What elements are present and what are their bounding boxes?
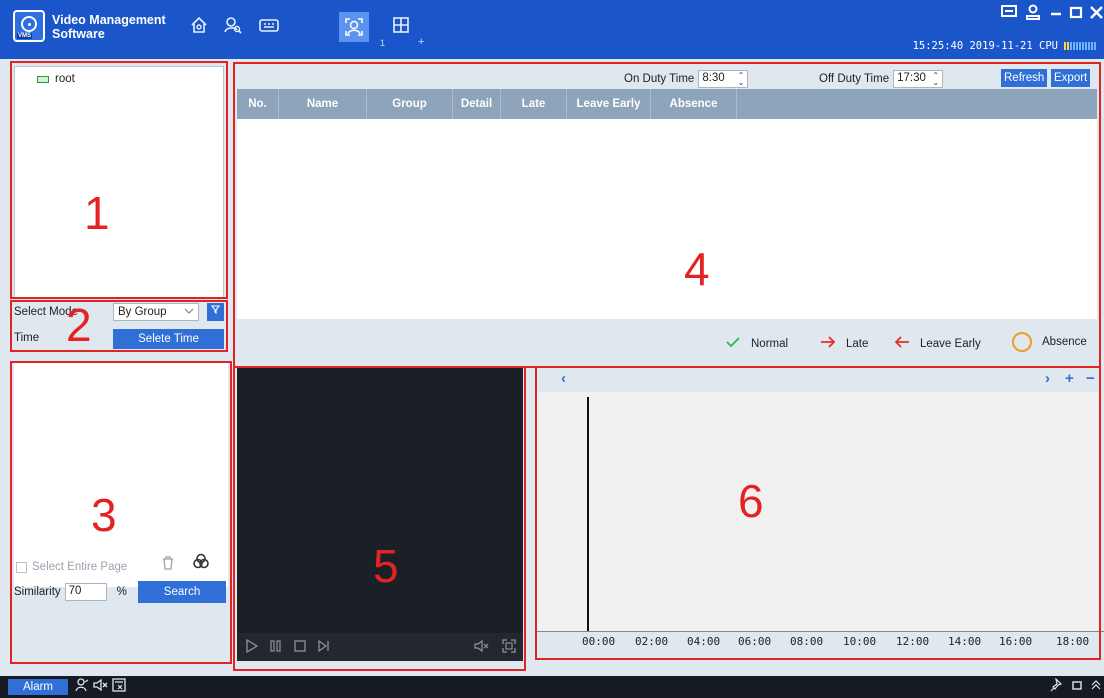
- pin-icon[interactable]: [1050, 677, 1063, 695]
- status-line: 15:25:40 2019-11-21 CPU: [913, 40, 1096, 52]
- annotation-number-4: 4: [684, 243, 710, 295]
- annotation-box-6: [535, 366, 1101, 660]
- title-bar: VMS Video Management Software 1 + 15:25:…: [0, 0, 1104, 59]
- annotation-box-3: [10, 361, 232, 664]
- add-tab-icon[interactable]: +: [418, 36, 424, 48]
- app-title-line2: Software: [52, 27, 105, 41]
- annotation-box-4: [233, 62, 1101, 368]
- app-title: Video Management Software: [52, 13, 166, 41]
- user-search-icon[interactable]: [222, 14, 244, 36]
- close-icon[interactable]: [1089, 4, 1104, 25]
- user-icon[interactable]: [1024, 4, 1042, 25]
- app-logo: VMS: [13, 10, 45, 42]
- annotation-number-3: 3: [91, 489, 117, 541]
- cpu-meter: [1064, 42, 1096, 50]
- window-icon[interactable]: [1071, 678, 1083, 695]
- app-title-line1: Video Management: [52, 13, 166, 27]
- bottom-bar: Alarm: [0, 676, 1104, 698]
- status-time: 15:25:40 2019-11-21 CPU: [912, 40, 1058, 52]
- annotation-number-1: 1: [84, 187, 110, 239]
- annotation-box-2: [10, 300, 228, 352]
- face-recognition-icon[interactable]: [339, 12, 369, 42]
- annotation-number-6: 6: [738, 475, 764, 527]
- minimize-icon[interactable]: [1048, 4, 1064, 25]
- chevron-up-icon[interactable]: [1090, 678, 1102, 695]
- nav-badge: 1: [380, 38, 386, 48]
- annotation-box-1: [10, 61, 228, 299]
- alarm-person-icon[interactable]: [75, 678, 89, 695]
- layout-grid-icon[interactable]: [390, 14, 412, 36]
- logo-lens-icon: [21, 16, 37, 32]
- annotation-number-5: 5: [373, 540, 399, 592]
- alarm-button[interactable]: Alarm: [8, 679, 68, 695]
- mute-icon[interactable]: [93, 678, 109, 695]
- device-keypad-icon[interactable]: [258, 14, 280, 36]
- logo-text: VMS: [17, 33, 33, 39]
- home-icon[interactable]: [188, 14, 210, 36]
- clear-alarm-icon[interactable]: [112, 678, 126, 695]
- screen-icon[interactable]: [1000, 4, 1018, 25]
- annotation-number-2: 2: [66, 299, 92, 351]
- annotation-box-5: [233, 366, 526, 671]
- maximize-icon[interactable]: [1068, 4, 1084, 25]
